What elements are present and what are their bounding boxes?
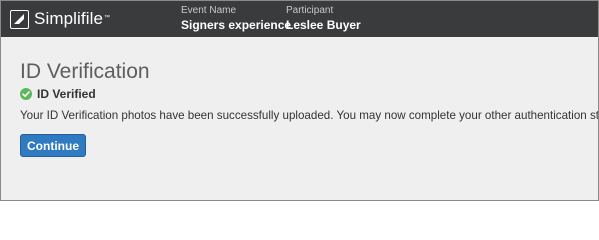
event-info: Event Name Signers experience — [181, 5, 291, 33]
participant-info: Participant Leslee Buyer — [286, 5, 361, 33]
status-label: ID Verified — [37, 87, 96, 101]
page-title: ID Verification — [20, 60, 150, 83]
check-circle-icon — [20, 88, 32, 100]
simplifile-logo-icon — [10, 9, 29, 29]
event-label: Event Name — [181, 5, 237, 16]
brand-trademark: ™ — [104, 15, 111, 21]
continue-button[interactable]: Continue — [20, 134, 86, 157]
verification-status: ID Verified — [20, 87, 96, 101]
participant-value: Leslee Buyer — [286, 18, 361, 32]
success-message: Your ID Verification photos have been su… — [20, 109, 599, 122]
event-value: Signers experience — [181, 18, 292, 32]
participant-label: Participant — [286, 5, 334, 16]
brand-logo[interactable]: Simplifile ™ — [10, 9, 110, 29]
brand-name: Simplifile — [34, 9, 104, 28]
app-frame: Simplifile ™ Event Name Signers experien… — [0, 0, 599, 201]
top-bar: Simplifile ™ Event Name Signers experien… — [1, 1, 598, 37]
main-content: ID Verification ID Verified Your ID Veri… — [1, 37, 598, 200]
